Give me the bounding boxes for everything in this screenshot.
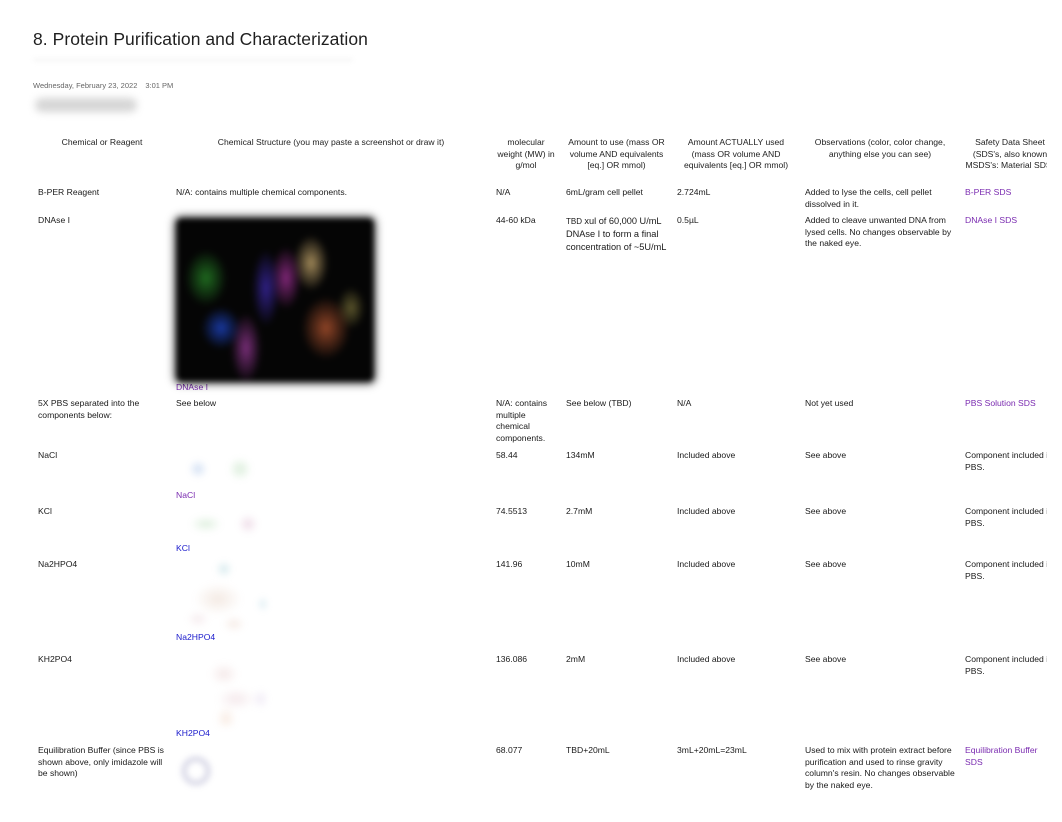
- cell-reagent: B-PER Reagent: [38, 187, 100, 197]
- cell-mw: N/A: contains multiple chemical componen…: [496, 398, 548, 443]
- cell-reagent: Equilibration Buffer (since PBS is shown…: [38, 745, 164, 779]
- cell-reagent: KCl: [38, 506, 52, 516]
- cell-observations: See above: [805, 450, 847, 460]
- table-row: 5X PBS separated into the components bel…: [33, 395, 1060, 447]
- cell-reagent: 5X PBS separated into the components bel…: [38, 398, 140, 420]
- cell-reagent: Na2HPO4: [38, 559, 78, 569]
- cell-amount-to-use: 2mM: [566, 654, 586, 664]
- table-row: Na2HPO4 Na2HPO4 141.96 10mM Included abo…: [33, 556, 1060, 651]
- cell-mw: 44-60 kDa: [496, 215, 536, 225]
- cell-reagent: NaCl: [38, 450, 58, 460]
- cell-amount-to-use: TBD+20mL: [566, 745, 610, 755]
- cell-structure: [171, 742, 491, 805]
- structure-link-na2hpo4[interactable]: Na2HPO4: [176, 632, 486, 644]
- cell-mw: 58.44: [496, 450, 518, 460]
- dnase-structure-image: [176, 218, 374, 382]
- page-meta: Wednesday, February 23, 2022 3:01 PM: [33, 81, 173, 90]
- sds-link-dnase[interactable]: DNAse I SDS: [965, 215, 1017, 225]
- cell-observations: Used to mix with protein extract before …: [805, 745, 955, 790]
- cell-sds: Component included in PBS.: [965, 559, 1053, 581]
- cell-amount-to-use: 134mM: [566, 450, 595, 460]
- imidazole-structure-image: [176, 747, 216, 797]
- cell-observations: See above: [805, 654, 847, 664]
- sds-link-pbs[interactable]: PBS Solution SDS: [965, 398, 1036, 408]
- table-row: NaCl NaCl 58.44 134mM Included above See…: [33, 447, 1060, 503]
- cell-observations: Not yet used: [805, 398, 854, 408]
- header-reagent: Chemical or Reagent: [61, 137, 143, 147]
- page-title: 8. Protein Purification and Characteriza…: [33, 29, 368, 49]
- cell-amount-used: N/A: [677, 398, 692, 408]
- table-row: B-PER Reagent N/A: contains multiple che…: [33, 184, 1060, 212]
- cell-amount-used: 0.5µL: [677, 215, 699, 225]
- cell-amount-to-use: See below (TBD): [566, 398, 632, 408]
- tbd-tag: TBD: [566, 217, 582, 226]
- cell-structure: See below: [176, 398, 217, 408]
- header-observations: Observations (color, color change, anyth…: [814, 137, 946, 159]
- cell-amount-used: 3mL+20mL=23mL: [677, 745, 747, 755]
- cell-mw: N/A: [496, 187, 511, 197]
- kh2po4-structure-image: [176, 654, 266, 726]
- cell-reagent: KH2PO4: [38, 654, 72, 664]
- kcl-structure-image: [176, 510, 266, 536]
- cell-sds: Component included in PBS.: [965, 654, 1053, 676]
- header-structure: Chemical Structure (you may paste a scre…: [217, 137, 445, 147]
- nacl-structure-image: [176, 456, 266, 482]
- structure-link-dnase[interactable]: DNAse I: [176, 382, 486, 394]
- cell-amount-to-use: 10mM: [566, 559, 590, 569]
- cell-sds: DNAse I SDS: [960, 212, 1060, 395]
- structure-link-kcl[interactable]: KCl: [176, 543, 486, 555]
- cell-amount-to-use: 6mL/gram cell pellet: [566, 187, 643, 197]
- cell-sds: B-PER SDS: [960, 184, 1060, 212]
- structure-link-nacl[interactable]: NaCl: [176, 490, 486, 502]
- table-row: DNAse I DNAse I 44-60 kDa TBD xul of 60,…: [33, 212, 1060, 395]
- amount-to-use-text: xul of 60,000 U/mL DNAse I to form a fin…: [566, 216, 667, 252]
- na2hpo4-structure-image: [176, 559, 266, 631]
- cell-observations: Added to lyse the cells, cell pellet dis…: [805, 187, 932, 209]
- cell-observations: See above: [805, 506, 847, 516]
- page-time: 3:01 PM: [145, 81, 174, 90]
- structure-link-kh2po4[interactable]: KH2PO4: [176, 728, 486, 740]
- page-right-edge: [1047, 120, 1062, 822]
- cell-reagent: DNAse I: [38, 215, 70, 225]
- cell-amount-used: Included above: [677, 654, 736, 664]
- cell-structure: NaCl: [171, 447, 491, 503]
- cell-observations: Added to cleave unwanted DNA from lysed …: [805, 215, 952, 249]
- cell-mw: 141.96: [496, 559, 523, 569]
- cell-structure: Na2HPO4: [171, 556, 491, 651]
- cell-structure: KCl: [171, 503, 491, 556]
- cell-structure: N/A: contains multiple chemical componen…: [176, 187, 347, 197]
- cell-sds: Equilibration Buffer SDS: [960, 742, 1060, 805]
- cell-sds: PBS Solution SDS: [960, 395, 1060, 447]
- header-amount-to-use: Amount to use (mass OR volume AND equiva…: [568, 137, 665, 171]
- sds-link-bper[interactable]: B-PER SDS: [965, 187, 1011, 197]
- cell-mw: 136.086: [496, 654, 528, 664]
- cell-amount-to-use: 2.7mM: [566, 506, 593, 516]
- reagent-table: Chemical or Reagent Chemical Structure (…: [33, 133, 1060, 805]
- cell-structure: KH2PO4: [171, 651, 491, 742]
- page-date: Wednesday, February 23, 2022: [33, 81, 138, 90]
- cell-amount-to-use: TBD xul of 60,000 U/mL DNAse I to form a…: [561, 212, 672, 395]
- cell-amount-used: 2.724mL: [677, 187, 711, 197]
- sds-link-equilibration-buffer[interactable]: Equilibration Buffer SDS: [965, 745, 1037, 767]
- cell-mw: 68.077: [496, 745, 523, 755]
- cell-amount-used: Included above: [677, 506, 736, 516]
- cell-amount-used: Included above: [677, 559, 736, 569]
- table-row: Equilibration Buffer (since PBS is shown…: [33, 742, 1060, 805]
- table-header-row: Chemical or Reagent Chemical Structure (…: [33, 133, 1060, 184]
- cell-structure: DNAse I: [171, 212, 491, 395]
- header-sds: Safety Data Sheet (SDS's, also known MSD…: [965, 137, 1055, 171]
- table-row: KCl KCl 74.5513 2.7mM Included above See…: [33, 503, 1060, 556]
- title-underline: [33, 58, 353, 64]
- cell-mw: 74.5513: [496, 506, 528, 516]
- cell-sds: Component included in PBS.: [965, 450, 1053, 472]
- cell-amount-used: Included above: [677, 450, 736, 460]
- redacted-author: [35, 98, 137, 112]
- header-amount-used: Amount ACTUALLY used (mass OR volume AND…: [683, 137, 789, 171]
- header-mw: molecular weight (MW) in g/mol: [497, 137, 555, 171]
- cell-observations: See above: [805, 559, 847, 569]
- cell-sds: Component included in PBS.: [965, 506, 1053, 528]
- table-row: KH2PO4 KH2PO4 136.086 2mM Included above…: [33, 651, 1060, 742]
